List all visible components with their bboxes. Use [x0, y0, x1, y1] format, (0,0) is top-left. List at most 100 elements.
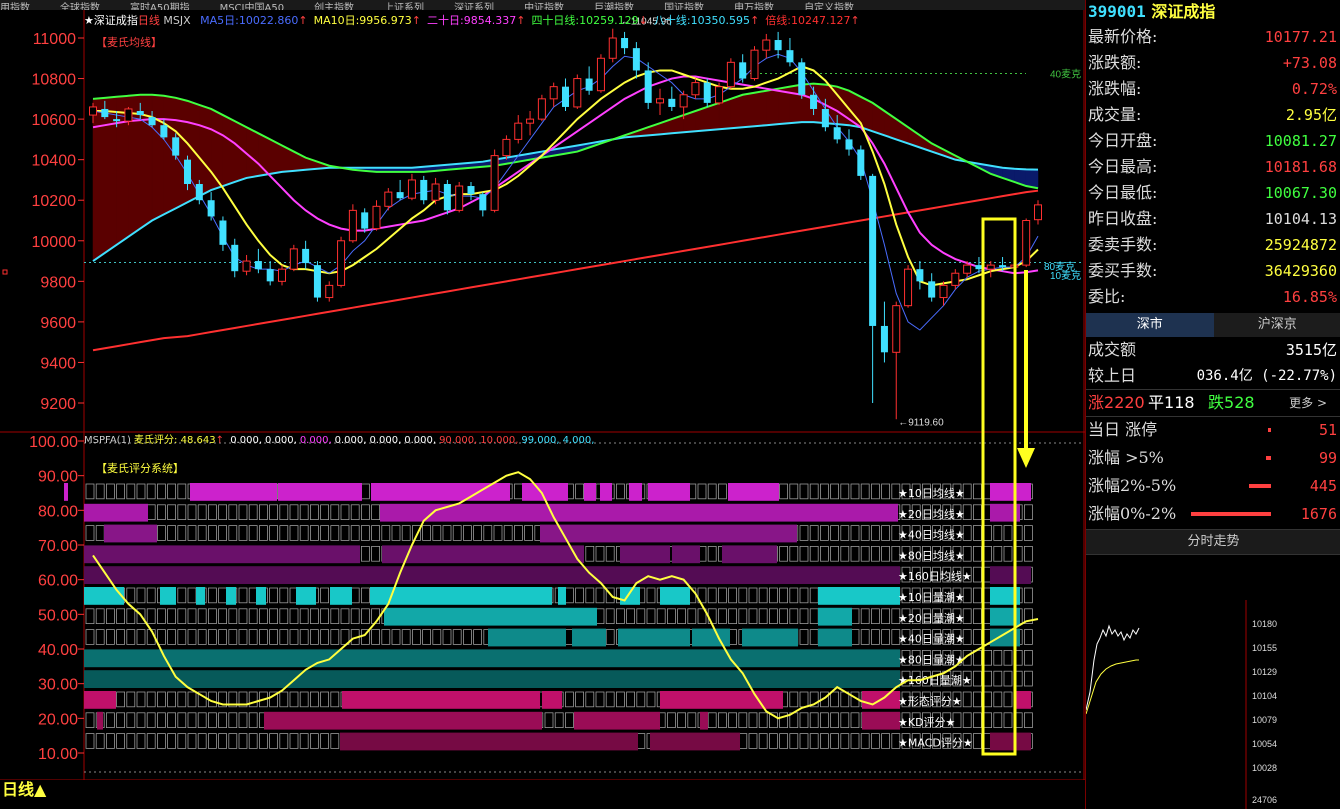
score-cell [167, 712, 177, 728]
candle-body [148, 117, 156, 126]
quote-label: 涨跌幅: [1088, 79, 1142, 98]
score-cell [187, 525, 197, 541]
stat-row: 当日 涨停 51 [1086, 417, 1340, 445]
candle [455, 181, 464, 213]
score-cell [228, 733, 238, 749]
score-cell [360, 587, 370, 604]
score-cell [687, 712, 697, 728]
candle-body [455, 185, 464, 211]
score-fill [330, 587, 352, 605]
score-cell [1024, 712, 1033, 728]
score-cell [707, 546, 717, 562]
score-cell [146, 691, 156, 708]
score-cell [646, 691, 656, 708]
score-cell [177, 629, 187, 645]
ma-legend-arrow: ↑ [850, 14, 860, 27]
score-cell [207, 525, 217, 541]
score-cell [207, 733, 217, 749]
score-cell [258, 608, 268, 624]
y-tick-label: 10200 [32, 193, 77, 210]
score-cell [809, 608, 819, 624]
score-fill [278, 483, 362, 501]
score-tick-label: 70.00 [38, 538, 78, 555]
period-toggle[interactable]: 日线▲ [0, 780, 86, 800]
quote-value: 0.72% [1291, 80, 1337, 98]
score-cell [973, 629, 982, 645]
score-cell [238, 504, 248, 520]
score-cell [85, 608, 95, 624]
score-cell [871, 608, 880, 624]
ma-legend-item: MA5日:10022.860 [200, 14, 299, 27]
candle [986, 261, 995, 278]
score-row-label: ★80日均线★ [898, 548, 965, 562]
score-cell [860, 608, 870, 624]
intraday-tick: 10155 [1252, 643, 1277, 653]
more-link[interactable]: 更多 > [1289, 390, 1327, 416]
score-fill [618, 628, 690, 647]
score-cell [126, 712, 136, 728]
score-cell [452, 525, 462, 541]
tab-shenzhen[interactable]: 深市 [1086, 313, 1214, 337]
score-cell [177, 483, 187, 500]
index-name: 深证成指 [1151, 2, 1216, 21]
score-cell [830, 546, 839, 562]
score-cell [218, 608, 228, 624]
score-fill [296, 587, 316, 605]
score-cell [167, 629, 177, 645]
candle-body [739, 62, 747, 79]
candle-body [880, 325, 888, 353]
candle-body [195, 184, 203, 201]
score-cell [809, 712, 819, 728]
score-cell [228, 504, 238, 520]
score-value: 0.000, [230, 435, 262, 446]
candle [467, 181, 475, 201]
score-cell [871, 483, 880, 500]
score-cell [820, 546, 829, 562]
tab-all-markets[interactable]: 沪深京 [1213, 313, 1340, 337]
score-cell [473, 525, 483, 541]
quote-value: 10067.30 [1264, 184, 1337, 202]
score-cell [707, 483, 717, 500]
score-cell [860, 483, 870, 500]
score-cell [646, 587, 656, 604]
score-cell [789, 733, 799, 749]
score-cell [605, 629, 615, 645]
score-cell [789, 483, 799, 500]
score-cell [850, 629, 860, 645]
ma-cloud-segment [730, 94, 743, 129]
score-cell [360, 504, 370, 520]
score-cell [840, 525, 850, 541]
score-cell [544, 712, 554, 728]
score-cell [279, 608, 289, 624]
quote-label: 委卖手数: [1088, 235, 1158, 254]
score-cell [1024, 587, 1033, 604]
score-cell [983, 546, 992, 562]
score-cell [106, 712, 115, 728]
score-cell [279, 587, 289, 604]
quote-row: 今日开盘: 10081.27 [1086, 128, 1340, 154]
score-fill [700, 711, 708, 730]
score-cell [126, 733, 136, 749]
score-cell [136, 733, 146, 749]
score-cell [228, 608, 238, 624]
score-cell [799, 691, 809, 708]
score-cell [554, 712, 564, 728]
candle [928, 273, 936, 302]
score-cell [616, 483, 625, 500]
score-row-label: ★10日量潮★ [898, 590, 965, 604]
candle [562, 78, 569, 111]
score-cell [207, 504, 217, 520]
score-cell [799, 587, 809, 604]
score-cell [565, 712, 574, 728]
score-value: 0.000, [299, 435, 332, 446]
score-cell [605, 608, 615, 624]
score-cell [177, 525, 187, 541]
score-fill [84, 545, 360, 564]
score-cell [299, 525, 309, 541]
score-fill [190, 483, 277, 501]
score-fill [160, 587, 176, 605]
score-cell [758, 733, 768, 749]
panel2-label: 【麦氏评分系统】 [96, 462, 184, 475]
score-fill [540, 524, 797, 543]
candle [703, 78, 711, 107]
